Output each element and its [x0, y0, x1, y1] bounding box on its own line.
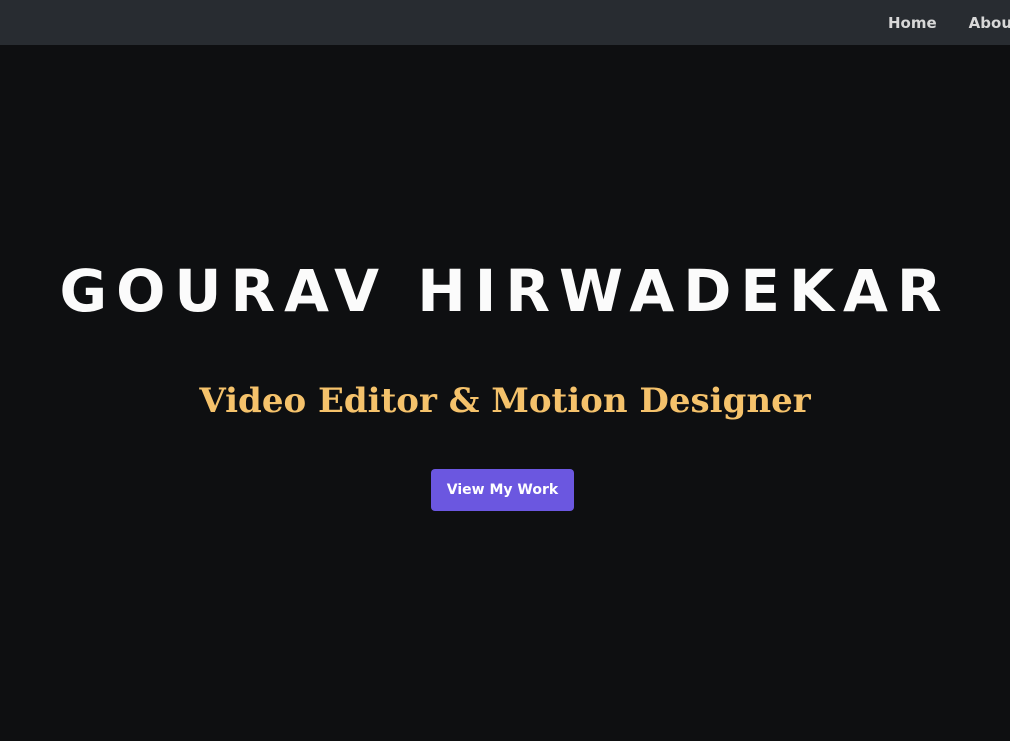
hero-subtitle: Video Editor & Motion Designer [199, 381, 811, 421]
nav-link-home[interactable]: Home [888, 14, 937, 32]
top-navbar: Home About [0, 0, 1010, 45]
nav-link-about[interactable]: About [969, 14, 1010, 32]
nav-links: Home About [888, 0, 1010, 45]
hero-section: GOURAV HIRWADEKAR Video Editor & Motion … [0, 45, 1010, 741]
hero-title: GOURAV HIRWADEKAR [59, 257, 951, 325]
view-my-work-button[interactable]: View My Work [431, 469, 574, 511]
